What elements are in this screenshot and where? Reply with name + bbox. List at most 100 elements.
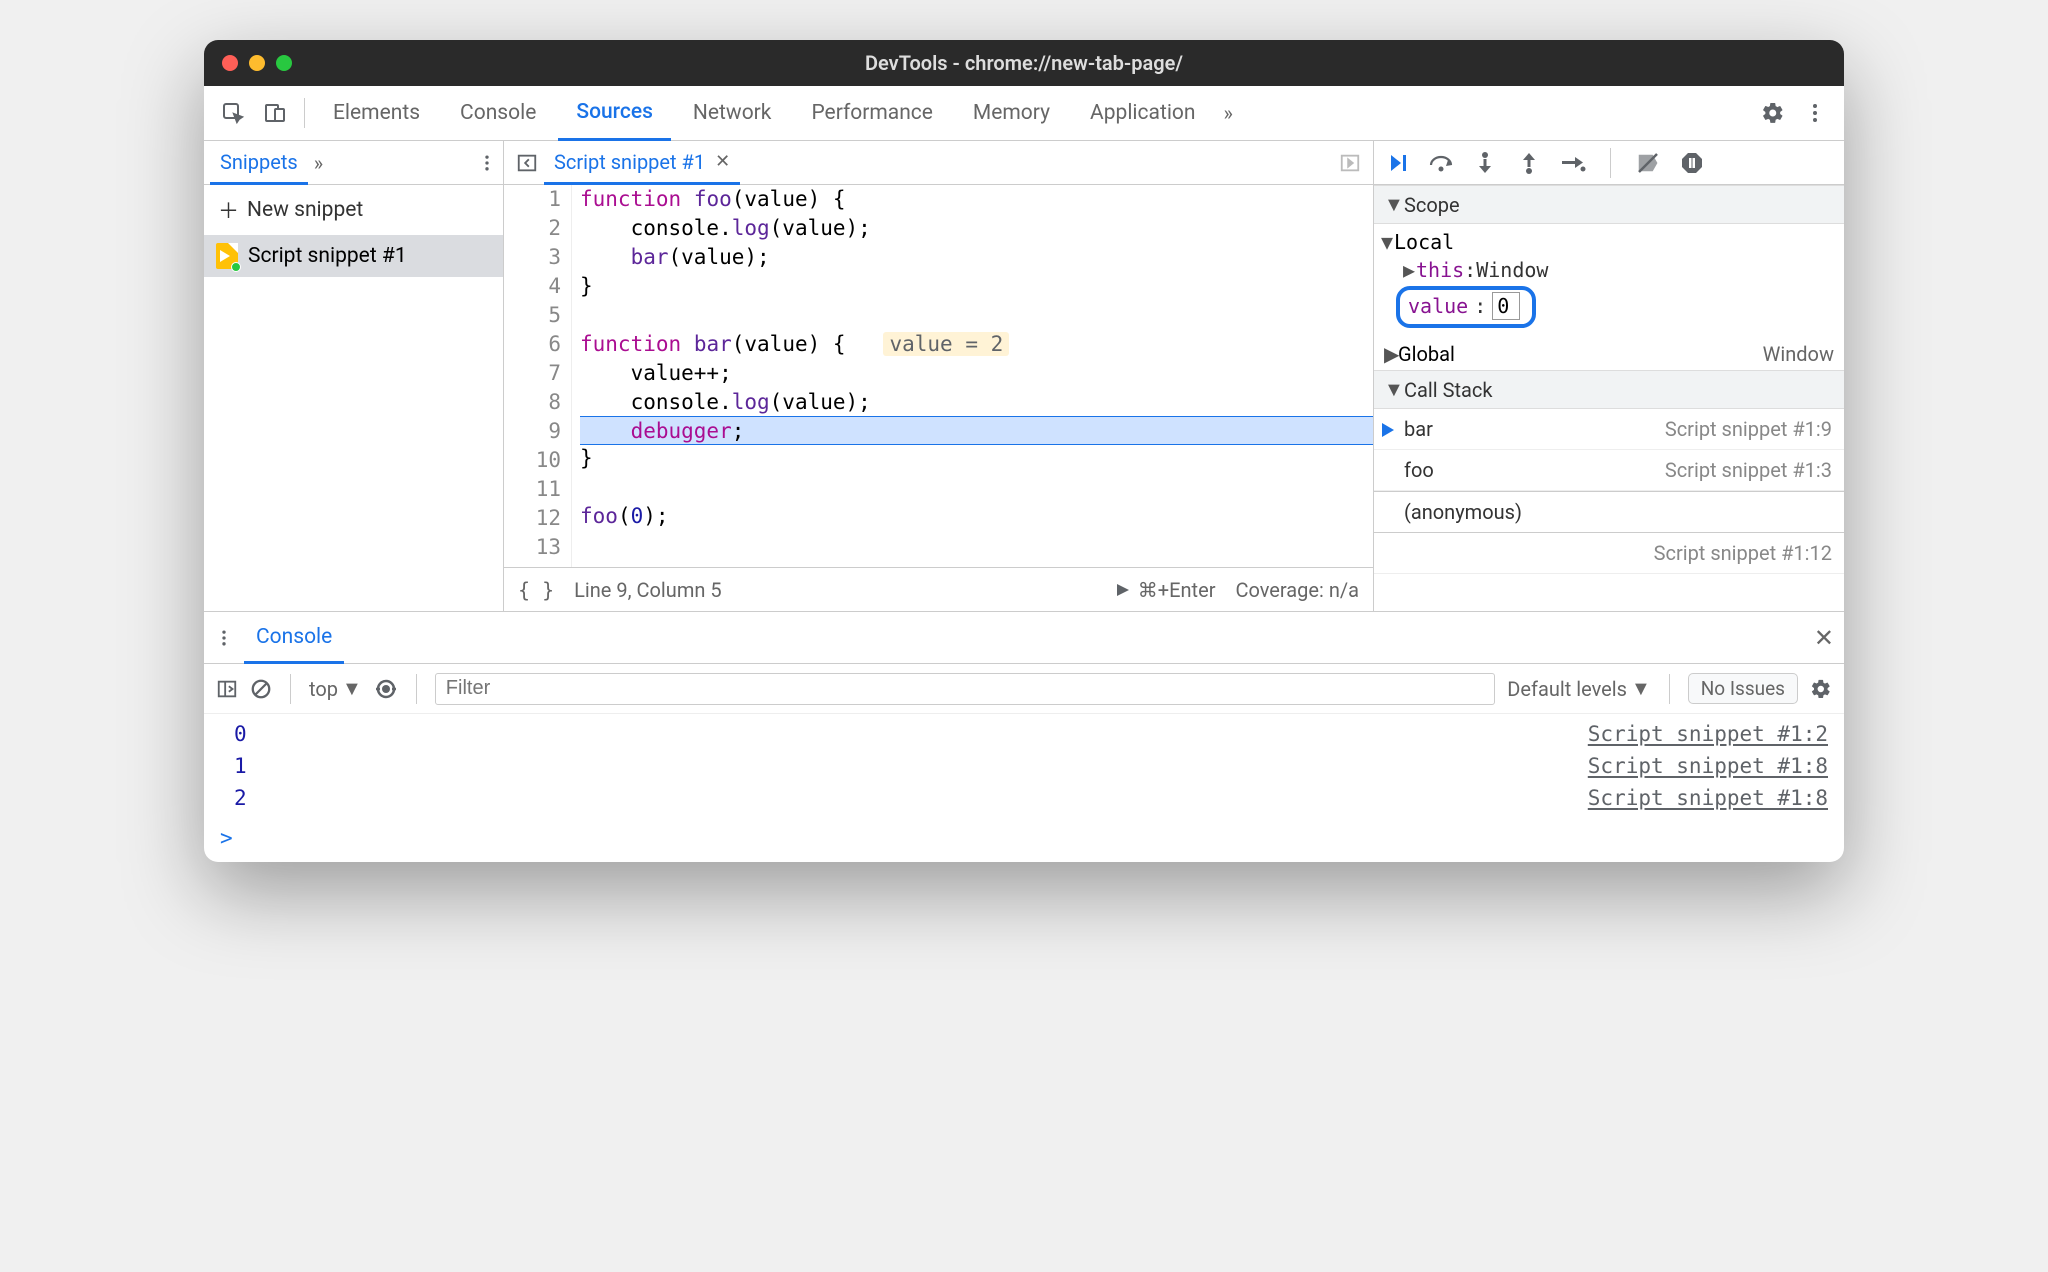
snippet-list-item[interactable]: Script snippet #1 — [204, 235, 503, 277]
console-log-source-link[interactable]: Script snippet #1:8 — [1588, 786, 1828, 810]
scope-body: ▼Local ▶this: Window value: — [1374, 224, 1844, 338]
callstack-frame-location[interactable]: Script snippet #1:12 — [1374, 533, 1844, 574]
code-editor[interactable]: 12345678910111213 function foo(value) { … — [504, 185, 1373, 567]
scope-this-value: Window — [1476, 258, 1548, 282]
plus-icon: ＋ — [218, 195, 239, 225]
disclosure-triangle-icon: ▼ — [1384, 192, 1398, 217]
issues-button[interactable]: No Issues — [1688, 673, 1798, 704]
code-line[interactable] — [580, 301, 1373, 330]
console-filter-input[interactable] — [435, 673, 1496, 705]
scope-value-key[interactable]: value — [1408, 294, 1468, 318]
code-line[interactable]: function foo(value) { — [580, 185, 1373, 214]
code-line[interactable] — [580, 473, 1373, 502]
context-selector[interactable]: top ▼ — [309, 676, 362, 701]
callstack-frame[interactable]: fooScript snippet #1:3 — [1374, 450, 1844, 491]
clear-console-icon[interactable] — [250, 678, 272, 700]
scope-global-label: Global — [1398, 342, 1455, 366]
editor-tab[interactable]: Script snippet #1 ✕ — [544, 141, 740, 185]
close-window-button[interactable] — [222, 55, 238, 71]
console-settings-icon[interactable] — [1810, 678, 1832, 700]
editor-statusbar: { } Line 9, Column 5 ⌘+Enter Coverage: n… — [504, 567, 1373, 611]
maximize-window-button[interactable] — [276, 55, 292, 71]
console-log-value: 0 — [234, 722, 247, 746]
sidebar-more-tabs-icon[interactable]: » — [314, 151, 323, 175]
code-line[interactable]: } — [580, 444, 1373, 473]
step-over-icon[interactable] — [1428, 150, 1454, 176]
console-log-row: 1 Script snippet #1:8 — [220, 750, 1828, 782]
new-snippet-label: New snippet — [247, 198, 363, 222]
editor-pane: Script snippet #1 ✕ 12345678910111213 fu… — [504, 141, 1374, 611]
sources-navigator: Snippets » ＋ New snippet Script snippet … — [204, 141, 504, 611]
code-line[interactable]: foo(0); — [580, 502, 1373, 531]
tab-memory[interactable]: Memory — [955, 86, 1068, 141]
minimize-window-button[interactable] — [249, 55, 265, 71]
device-toggle-icon[interactable] — [256, 94, 294, 132]
settings-icon[interactable] — [1754, 94, 1792, 132]
callstack-section-header[interactable]: ▼ Call Stack — [1374, 370, 1844, 409]
chevron-down-icon: ▼ — [342, 676, 362, 701]
inspect-element-icon[interactable] — [214, 94, 252, 132]
code-line[interactable]: function bar(value) { value = 2 — [580, 330, 1373, 359]
console-log-row: 0 Script snippet #1:2 — [220, 718, 1828, 750]
code-line[interactable]: console.log(value); — [580, 388, 1373, 417]
code-line[interactable]: } — [580, 272, 1373, 301]
close-tab-icon[interactable]: ✕ — [715, 151, 730, 172]
console-log-source-link[interactable]: Script snippet #1:2 — [1588, 722, 1828, 746]
editor-tab-label: Script snippet #1 — [554, 150, 705, 174]
new-snippet-button[interactable]: ＋ New snippet — [204, 185, 503, 235]
log-levels-selector[interactable]: Default levels ▼ — [1507, 676, 1650, 701]
chevron-down-icon: ▼ — [1631, 676, 1651, 701]
code-line[interactable]: debugger; — [580, 416, 1373, 445]
pause-exceptions-icon[interactable] — [1679, 150, 1705, 176]
code-line[interactable]: console.log(value); — [580, 214, 1373, 243]
step-out-icon[interactable] — [1516, 150, 1542, 176]
sidebar-tab-snippets[interactable]: Snippets — [210, 141, 308, 185]
scope-value-highlight: value: — [1396, 286, 1536, 328]
step-icon[interactable] — [1560, 150, 1586, 176]
window-controls — [222, 55, 292, 71]
console-prompt[interactable]: > — [204, 822, 1844, 862]
sidebar-kebab-icon[interactable] — [477, 153, 497, 173]
titlebar: DevTools - chrome://new-tab-page/ — [204, 40, 1844, 86]
main-tabbar: Elements Console Sources Network Perform… — [204, 86, 1844, 141]
editor-nav-icon[interactable] — [510, 146, 544, 180]
tab-application[interactable]: Application — [1072, 86, 1213, 141]
console-log-source-link[interactable]: Script snippet #1:8 — [1588, 754, 1828, 778]
scope-title: Scope — [1404, 193, 1460, 217]
scope-this-key[interactable]: this — [1416, 258, 1464, 282]
code-line[interactable]: bar(value); — [580, 243, 1373, 272]
step-into-icon[interactable] — [1472, 150, 1498, 176]
tab-elements[interactable]: Elements — [315, 86, 438, 141]
scope-value-input[interactable] — [1492, 292, 1520, 320]
tab-sources[interactable]: Sources — [558, 86, 671, 141]
tab-performance[interactable]: Performance — [793, 86, 950, 141]
scope-section-header[interactable]: ▼ Scope — [1374, 185, 1844, 224]
resume-icon[interactable] — [1384, 150, 1410, 176]
code-line[interactable]: value++; — [580, 359, 1373, 388]
drawer-kebab-icon[interactable] — [214, 628, 234, 648]
drawer-close-icon[interactable]: ✕ — [1814, 624, 1834, 652]
console-drawer: Console ✕ top ▼ Default levels ▼ — [204, 611, 1844, 862]
live-expression-icon[interactable] — [374, 677, 398, 701]
scope-local-label[interactable]: Local — [1394, 230, 1454, 254]
drawer-tab-console[interactable]: Console — [244, 612, 344, 664]
tab-console[interactable]: Console — [442, 86, 554, 141]
more-tabs-icon[interactable]: » — [1224, 101, 1233, 125]
tab-network[interactable]: Network — [675, 86, 790, 141]
run-snippet-button[interactable]: ⌘+Enter — [1114, 578, 1216, 602]
coverage-status: Coverage: n/a — [1235, 578, 1359, 602]
callstack-frame[interactable]: barScript snippet #1:9 — [1374, 409, 1844, 450]
console-log-value: 1 — [234, 754, 247, 778]
pretty-print-icon[interactable]: { } — [518, 578, 554, 602]
debugger-toolbar — [1374, 141, 1844, 185]
scope-global-row[interactable]: ▶Global Window — [1374, 338, 1844, 370]
kebab-menu-icon[interactable] — [1796, 94, 1834, 132]
callstack-frame[interactable]: (anonymous) — [1374, 491, 1844, 533]
console-sidebar-toggle-icon[interactable] — [216, 678, 238, 700]
scope-global-value: Window — [1763, 342, 1834, 366]
console-log-value: 2 — [234, 786, 247, 810]
deactivate-breakpoints-icon[interactable] — [1635, 150, 1661, 176]
code-line[interactable] — [580, 531, 1373, 560]
console-toolbar: top ▼ Default levels ▼ No Issues — [204, 664, 1844, 714]
editor-run-nav-icon[interactable] — [1333, 146, 1367, 180]
